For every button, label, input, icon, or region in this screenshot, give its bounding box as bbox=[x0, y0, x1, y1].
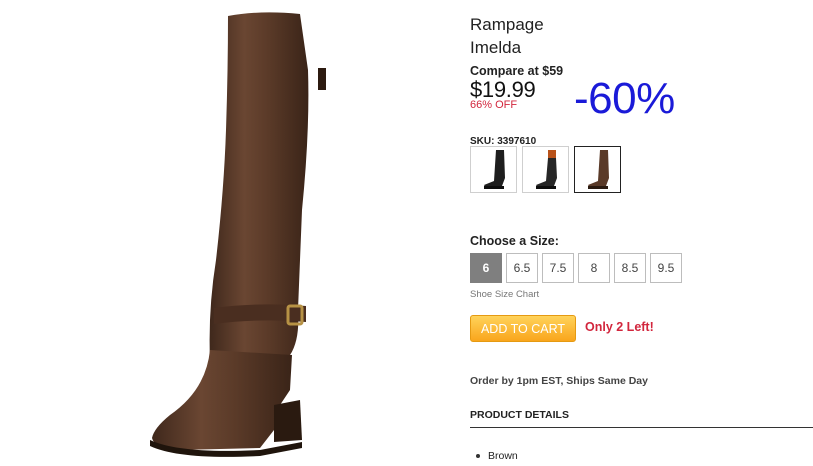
size-options: 6 6.5 7.5 8 8.5 9.5 bbox=[470, 253, 682, 283]
size-option-9-5[interactable]: 9.5 bbox=[650, 253, 682, 283]
size-selector-label: Choose a Size: bbox=[470, 234, 559, 248]
stock-warning: Only 2 Left! bbox=[585, 320, 654, 334]
color-swatch-brown[interactable] bbox=[574, 146, 621, 193]
discount-badge: -60% bbox=[574, 74, 675, 123]
boot-thumbnail-icon bbox=[535, 149, 557, 189]
color-swatches bbox=[470, 146, 621, 193]
boot-thumbnail-icon bbox=[587, 149, 609, 189]
product-details-list: Brown bbox=[476, 450, 518, 462]
size-option-7-5[interactable]: 7.5 bbox=[542, 253, 574, 283]
compare-at-price: Compare at $59 bbox=[470, 64, 564, 78]
shipping-notice: Order by 1pm EST, Ships Same Day bbox=[470, 375, 648, 387]
boot-thumbnail-icon bbox=[483, 149, 505, 189]
color-swatch-black[interactable] bbox=[470, 146, 517, 193]
color-swatch-black-tan[interactable] bbox=[522, 146, 569, 193]
detail-item-color: Brown bbox=[488, 450, 518, 462]
percent-off-label: 66% OFF bbox=[470, 99, 518, 111]
bullet-icon bbox=[476, 454, 480, 458]
details-divider bbox=[470, 427, 813, 428]
size-option-8-5[interactable]: 8.5 bbox=[614, 253, 646, 283]
product-brand: Rampage bbox=[470, 15, 544, 34]
add-to-cart-button[interactable]: ADD TO CART bbox=[470, 315, 576, 342]
size-option-8[interactable]: 8 bbox=[578, 253, 610, 283]
product-info-panel: Rampage Imelda Compare at $59 $19.99 66%… bbox=[470, 0, 813, 466]
product-image bbox=[150, 12, 326, 457]
size-option-6-5[interactable]: 6.5 bbox=[506, 253, 538, 283]
product-model: Imelda bbox=[470, 38, 522, 57]
product-details-heading: PRODUCT DETAILS bbox=[470, 409, 569, 421]
shoe-size-chart-link[interactable]: Shoe Size Chart bbox=[470, 289, 539, 300]
size-option-6[interactable]: 6 bbox=[470, 253, 502, 283]
